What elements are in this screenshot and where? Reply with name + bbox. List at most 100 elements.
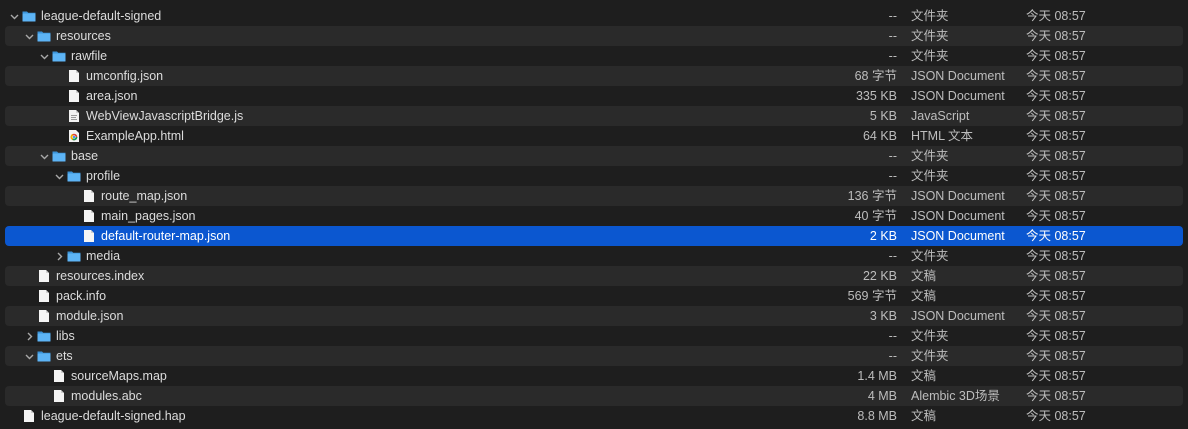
item-size: -- [888,329,897,343]
item-date-modified: 今天 08:57 [1026,9,1086,23]
disclosure-closed-icon[interactable] [53,246,65,266]
disclosure-closed-icon[interactable] [23,326,35,346]
item-size: 2 KB [869,229,897,243]
folder-icon [67,169,81,183]
item-kind: JSON Document [911,89,1005,103]
list-item[interactable]: resources.index 22 KB 文稿 今天 08:57 [5,266,1183,286]
document-icon [82,189,96,203]
item-name: league-default-signed [41,9,162,23]
list-item[interactable]: module.json 3 KB JSON Document 今天 08:57 [5,306,1183,326]
list-item[interactable]: sourceMaps.map 1.4 MB 文稿 今天 08:57 [5,366,1183,386]
list-item[interactable]: league-default-signed.hap 8.8 MB 文稿 今天 08:5… [5,406,1183,426]
item-kind: 文件夹 [911,329,949,343]
document-icon [37,309,51,323]
item-size: 569 字节 [847,289,897,303]
item-name: pack.info [56,289,107,303]
item-name: default-router-map.json [101,229,231,243]
list-item[interactable]: profile -- 文件夹 今天 08:57 [5,166,1183,186]
item-date-modified: 今天 08:57 [1026,49,1086,63]
item-kind: 文件夹 [911,169,949,183]
item-kind: JSON Document [911,229,1005,243]
item-kind: 文件夹 [911,29,949,43]
javascript-file-icon [67,109,81,123]
item-name: sourceMaps.map [71,369,167,383]
document-icon [67,69,81,83]
list-item[interactable]: default-router-map.json 2 KB JSON Document… [5,226,1183,246]
item-size: -- [888,149,897,163]
disclosure-open-icon[interactable] [53,166,65,186]
document-icon [82,209,96,223]
disclosure-open-icon[interactable] [23,346,35,366]
file-list: league-default-signed -- 文件夹 今天 08:57 resour… [0,6,1188,426]
html-file-icon [67,129,81,143]
folder-icon [37,329,51,343]
item-size: 4 MB [867,389,897,403]
item-name: module.json [56,309,124,323]
item-date-modified: 今天 08:57 [1026,309,1086,323]
item-size: 40 字节 [854,209,897,223]
item-date-modified: 今天 08:57 [1026,149,1086,163]
folder-icon [37,349,51,363]
item-size: 136 字节 [847,189,897,203]
item-date-modified: 今天 08:57 [1026,249,1086,263]
item-name: rawfile [71,49,108,63]
item-name: modules.abc [71,389,142,403]
list-item[interactable]: ExampleApp.html 64 KB HTML 文本 今天 08:57 [5,126,1183,146]
list-item[interactable]: pack.info 569 字节 文稿 今天 08:57 [5,286,1183,306]
item-size: -- [888,249,897,263]
list-item[interactable]: ets -- 文件夹 今天 08:57 [5,346,1183,366]
item-name: ExampleApp.html [86,129,184,143]
item-name: route_map.json [101,189,188,203]
list-item[interactable]: WebViewJavascriptBridge.js 5 KB JavaScript… [5,106,1183,126]
list-item[interactable]: media -- 文件夹 今天 08:57 [5,246,1183,266]
list-item[interactable]: route_map.json 136 字节 JSON Document 今天 08:5… [5,186,1183,206]
item-date-modified: 今天 08:57 [1026,69,1086,83]
item-kind: JavaScript [911,109,970,123]
item-date-modified: 今天 08:57 [1026,389,1086,403]
item-date-modified: 今天 08:57 [1026,29,1086,43]
list-item[interactable]: libs -- 文件夹 今天 08:57 [5,326,1183,346]
item-name: area.json [86,89,138,103]
list-item[interactable]: base -- 文件夹 今天 08:57 [5,146,1183,166]
document-icon [52,369,66,383]
item-size: 3 KB [869,309,897,323]
item-size: -- [888,29,897,43]
disclosure-open-icon[interactable] [8,6,20,26]
item-name: WebViewJavascriptBridge.js [86,109,244,123]
item-kind: JSON Document [911,209,1005,223]
list-item[interactable]: modules.abc 4 MB Alembic 3D场景 今天 08:57 [5,386,1183,406]
item-kind: 文件夹 [911,9,949,23]
disclosure-open-icon[interactable] [38,146,50,166]
item-kind: HTML 文本 [911,129,974,143]
list-item[interactable]: resources -- 文件夹 今天 08:57 [5,26,1183,46]
item-size: 8.8 MB [857,409,897,423]
list-item[interactable]: umconfig.json 68 字节 JSON Document 今天 08:57 [5,66,1183,86]
document-icon [22,409,36,423]
item-name: umconfig.json [86,69,164,83]
item-kind: JSON Document [911,189,1005,203]
item-size: 22 KB [862,269,897,283]
folder-icon [52,149,66,163]
item-name: ets [56,349,73,363]
document-icon [37,289,51,303]
item-date-modified: 今天 08:57 [1026,169,1086,183]
item-date-modified: 今天 08:57 [1026,349,1086,363]
item-size: -- [888,349,897,363]
item-size: -- [888,9,897,23]
item-size: -- [888,169,897,183]
item-kind: 文稿 [911,409,937,423]
list-item[interactable]: league-default-signed -- 文件夹 今天 08:57 [5,6,1183,26]
disclosure-open-icon[interactable] [23,26,35,46]
item-name: league-default-signed.hap [41,409,186,423]
list-item[interactable]: rawfile -- 文件夹 今天 08:57 [5,46,1183,66]
list-item[interactable]: area.json 335 KB JSON Document 今天 08:57 [5,86,1183,106]
item-kind: JSON Document [911,69,1005,83]
item-kind: Alembic 3D场景 [911,389,1000,403]
disclosure-open-icon[interactable] [38,46,50,66]
list-item[interactable]: main_pages.json 40 字节 JSON Document 今天 08:5… [5,206,1183,226]
item-size: 68 字节 [854,69,897,83]
document-icon [82,229,96,243]
alembic-file-icon [52,389,66,403]
folder-icon [52,49,66,63]
item-name: profile [86,169,121,183]
